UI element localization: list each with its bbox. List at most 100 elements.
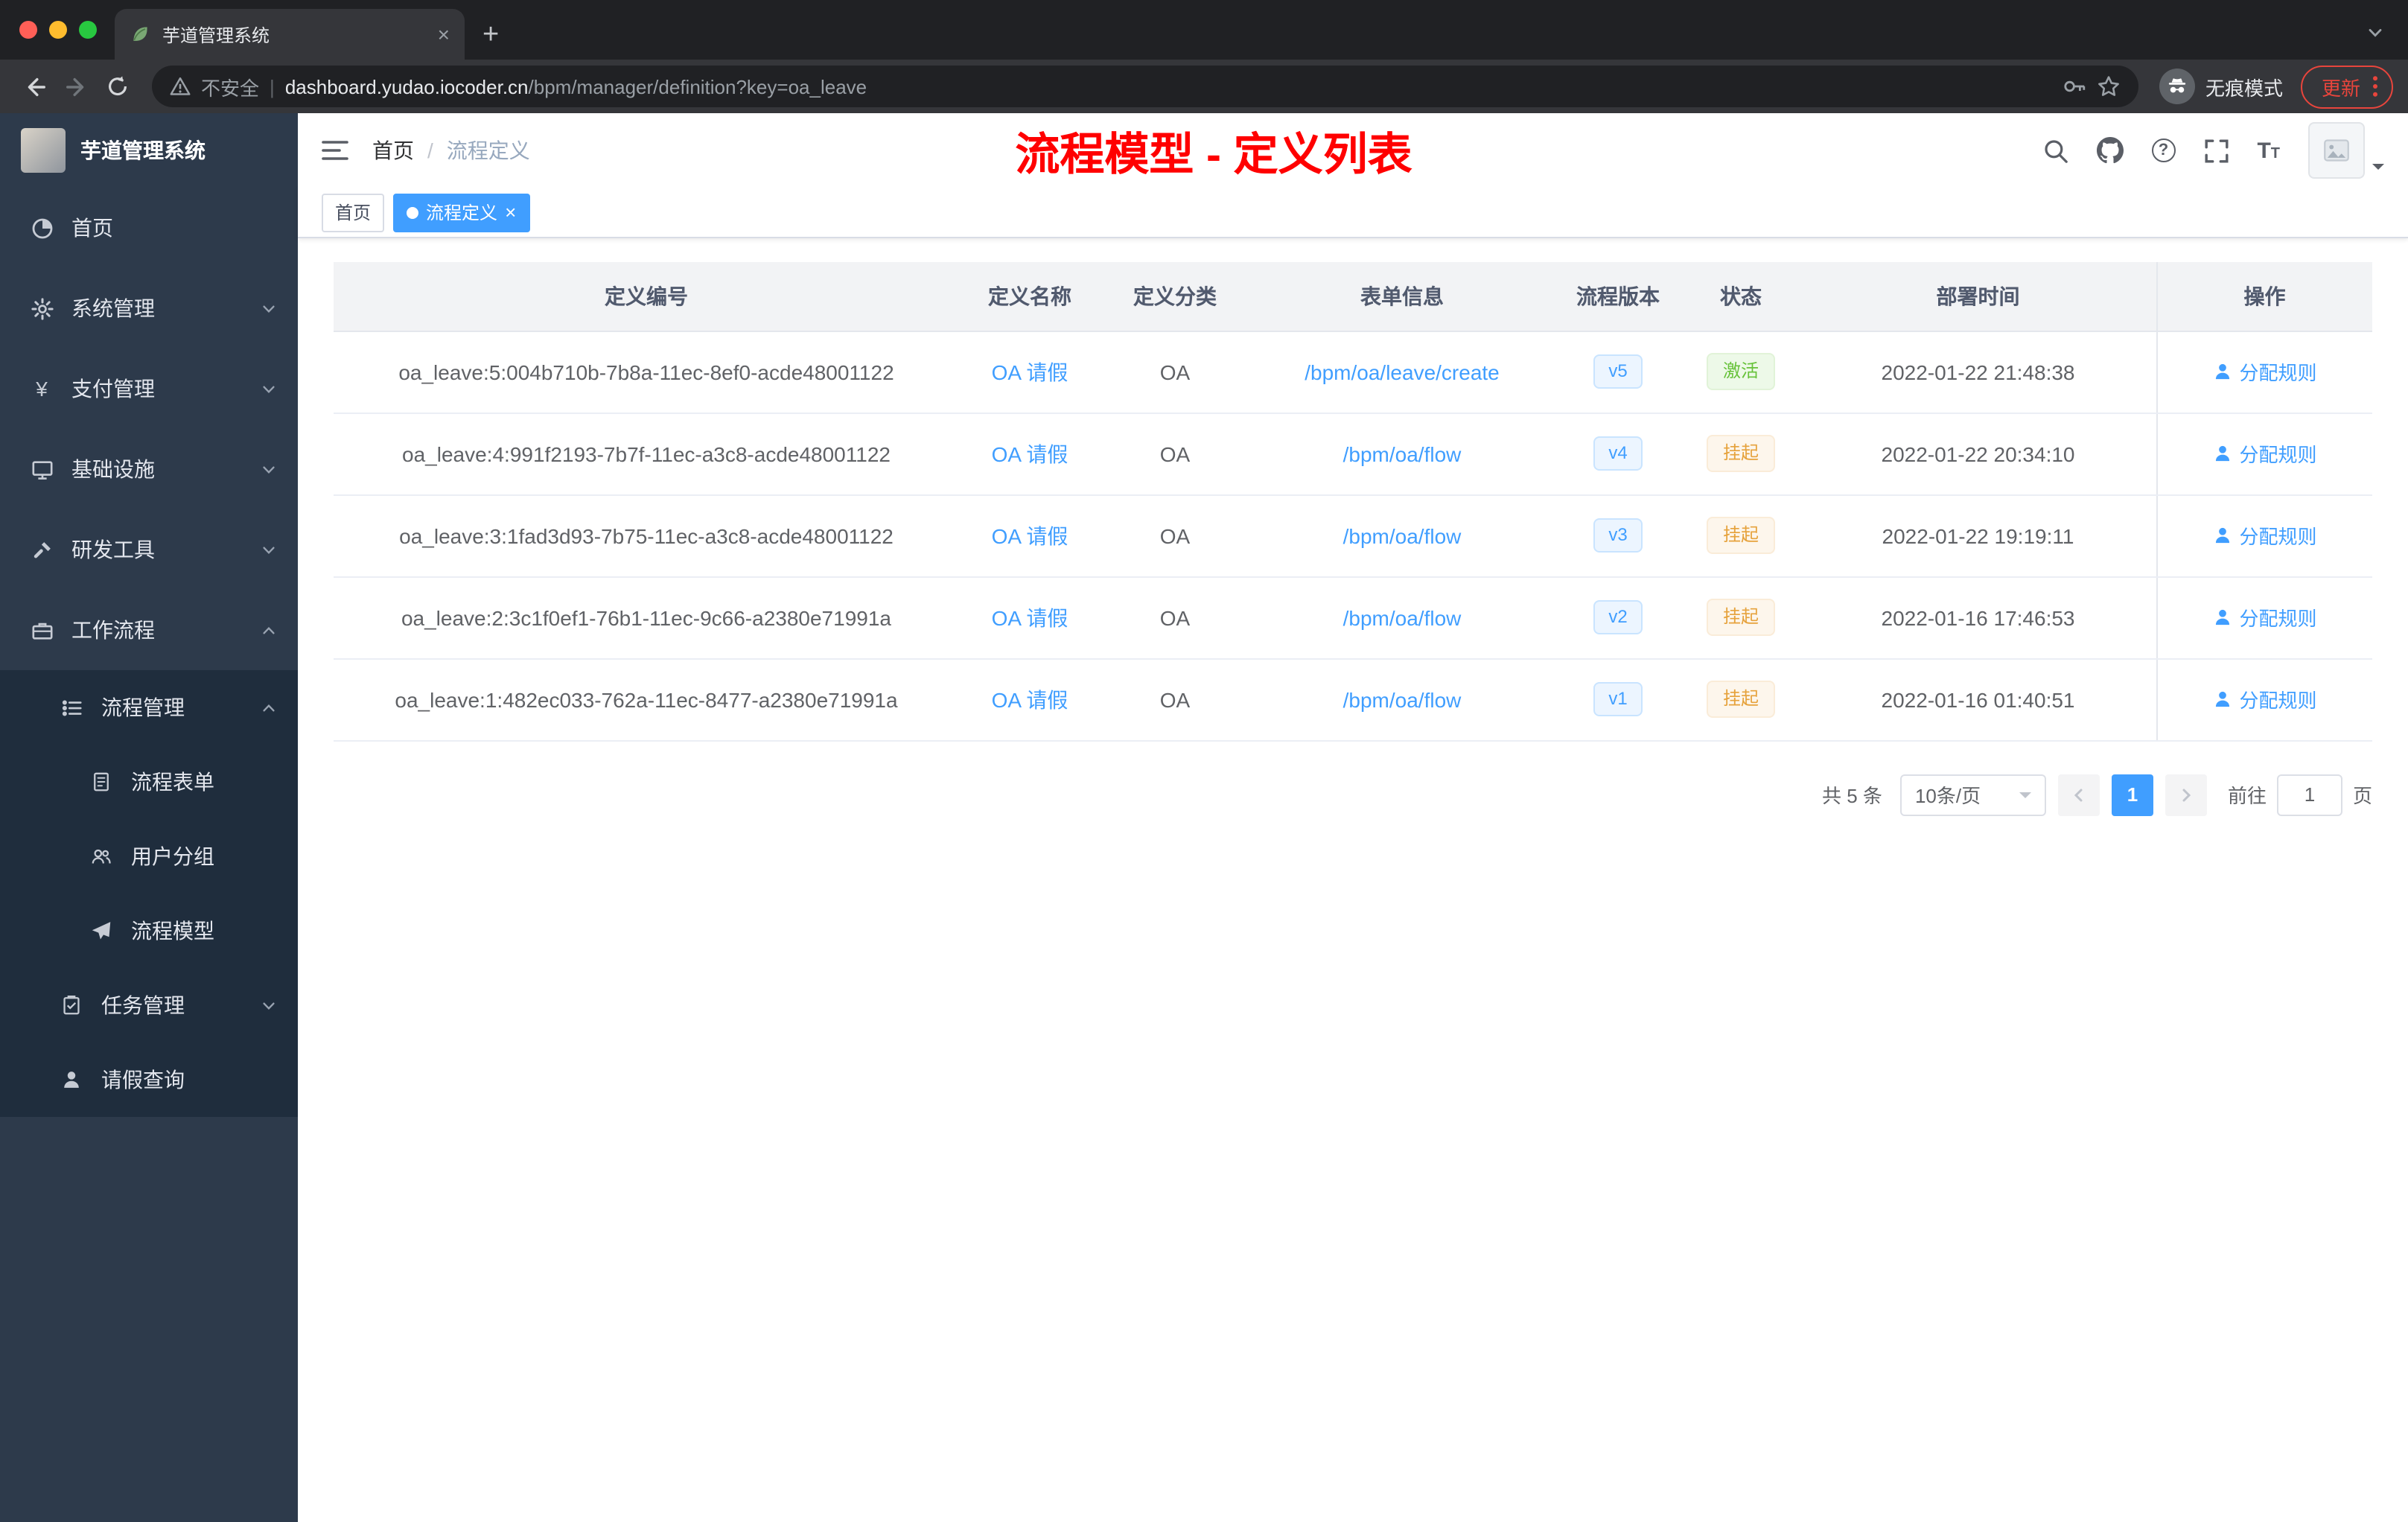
sidebar-toggle-icon[interactable] bbox=[322, 138, 348, 162]
assign-rule-link[interactable]: 分配规则 bbox=[2212, 603, 2317, 631]
cell-form-info[interactable]: /bpm/oa/leave/create bbox=[1249, 331, 1555, 413]
cell-definition-name[interactable]: OA 请假 bbox=[959, 331, 1101, 413]
cell-definition-name[interactable]: OA 请假 bbox=[959, 658, 1101, 741]
column-header-category: 定义分类 bbox=[1101, 262, 1249, 331]
user-menu[interactable] bbox=[2308, 122, 2384, 179]
help-icon[interactable]: ? bbox=[2151, 138, 2176, 162]
cell-action[interactable]: 分配规则 bbox=[2156, 331, 2372, 413]
reload-icon[interactable] bbox=[98, 67, 137, 106]
prev-page-button[interactable] bbox=[2057, 774, 2100, 815]
breadcrumb-home[interactable]: 首页 bbox=[372, 136, 414, 165]
cell-definition-name[interactable]: OA 请假 bbox=[959, 413, 1101, 495]
sidebar-item-payment[interactable]: ¥ 支付管理 bbox=[0, 348, 298, 429]
active-dot bbox=[407, 206, 419, 218]
assign-rule-link[interactable]: 分配规则 bbox=[2212, 439, 2317, 468]
sidebar-item-infrastructure[interactable]: 基础设施 bbox=[0, 429, 298, 509]
logo-avatar bbox=[21, 128, 66, 173]
sidebar-item-label: 流程管理 bbox=[101, 695, 185, 719]
fullscreen-icon[interactable] bbox=[2203, 138, 2229, 163]
github-icon[interactable] bbox=[2096, 137, 2124, 164]
sidebar-item-process-management[interactable]: 流程管理 bbox=[0, 670, 298, 745]
tag-close-icon[interactable]: × bbox=[505, 203, 516, 222]
cell-action[interactable]: 分配规则 bbox=[2156, 658, 2372, 741]
cell-version: v5 bbox=[1555, 331, 1681, 413]
definition-name-link[interactable]: OA 请假 bbox=[992, 687, 1068, 711]
form-info-link[interactable]: /bpm/oa/flow bbox=[1343, 687, 1462, 711]
sidebar-item-task-management[interactable]: 任务管理 bbox=[0, 968, 298, 1042]
window-controls bbox=[0, 0, 115, 60]
cell-deploy-time: 2022-01-22 20:34:10 bbox=[1800, 413, 2156, 495]
cell-action[interactable]: 分配规则 bbox=[2156, 413, 2372, 495]
update-button[interactable]: 更新 bbox=[2300, 65, 2393, 108]
table-row: oa_leave:3:1fad3d93-7b75-11ec-a3c8-acde4… bbox=[334, 494, 2372, 577]
person-icon bbox=[60, 1068, 83, 1092]
key-icon[interactable] bbox=[2063, 74, 2086, 98]
form-info-link[interactable]: /bpm/oa/flow bbox=[1343, 523, 1462, 547]
cell-form-info[interactable]: /bpm/oa/flow bbox=[1249, 494, 1555, 577]
cell-definition-id: oa_leave:5:004b710b-7b8a-11ec-8ef0-acde4… bbox=[334, 331, 959, 413]
cell-status: 挂起 bbox=[1681, 413, 1800, 495]
font-size-icon[interactable]: TT bbox=[2257, 139, 2280, 162]
cell-action[interactable]: 分配规则 bbox=[2156, 494, 2372, 577]
page-size-select[interactable]: 10条/页 bbox=[1899, 774, 2046, 815]
cell-definition-id: oa_leave:4:991f2193-7b7f-11ec-a3c8-acde4… bbox=[334, 413, 959, 495]
back-icon[interactable] bbox=[15, 67, 54, 106]
cell-category: OA bbox=[1101, 658, 1249, 741]
tab-search-chevron-down-icon[interactable] bbox=[2366, 24, 2384, 42]
more-vertical-icon[interactable] bbox=[2372, 74, 2378, 98]
cell-form-info[interactable]: /bpm/oa/flow bbox=[1249, 658, 1555, 741]
cell-definition-name[interactable]: OA 请假 bbox=[959, 494, 1101, 577]
sidebar-item-devtools[interactable]: 研发工具 bbox=[0, 509, 298, 590]
breadcrumb-separator: / bbox=[427, 138, 433, 162]
sidebar-item-user-group[interactable]: 用户分组 bbox=[0, 819, 298, 894]
assign-rule-link[interactable]: 分配规则 bbox=[2212, 685, 2317, 713]
definition-name-link[interactable]: OA 请假 bbox=[992, 442, 1068, 465]
address-bar[interactable]: 不安全 | dashboard.yudao.iocoder.cn/bpm/man… bbox=[152, 66, 2138, 107]
person-icon bbox=[2215, 609, 2229, 625]
tag-home[interactable]: 首页 bbox=[322, 193, 385, 232]
cell-status: 挂起 bbox=[1681, 658, 1800, 741]
sidebar-item-label: 系统管理 bbox=[71, 296, 155, 320]
bookmark-star-icon[interactable] bbox=[2097, 74, 2121, 98]
sidebar-item-process-form[interactable]: 流程表单 bbox=[0, 745, 298, 819]
tab-close-icon[interactable]: × bbox=[438, 24, 450, 45]
cell-form-info[interactable]: /bpm/oa/flow bbox=[1249, 413, 1555, 495]
yen-icon: ¥ bbox=[36, 377, 48, 401]
jump-page-input[interactable] bbox=[2276, 774, 2342, 815]
form-info-link[interactable]: /bpm/oa/leave/create bbox=[1305, 360, 1500, 383]
pagination: 共 5 条 10条/页 1 前往 页 bbox=[334, 774, 2372, 815]
cell-form-info[interactable]: /bpm/oa/flow bbox=[1249, 576, 1555, 659]
cell-definition-id: oa_leave:1:482ec033-762a-11ec-8477-a2380… bbox=[334, 658, 959, 741]
tag-process-definition[interactable]: 流程定义 × bbox=[393, 193, 530, 232]
definition-name-link[interactable]: OA 请假 bbox=[992, 523, 1068, 547]
next-page-button[interactable] bbox=[2165, 774, 2207, 815]
search-icon[interactable] bbox=[2042, 138, 2068, 163]
forward-icon[interactable] bbox=[57, 67, 95, 106]
form-info-link[interactable]: /bpm/oa/flow bbox=[1343, 442, 1462, 465]
cell-action[interactable]: 分配规则 bbox=[2156, 576, 2372, 659]
new-tab-button[interactable]: + bbox=[482, 21, 499, 49]
sidebar-item-home[interactable]: 首页 bbox=[0, 188, 298, 268]
sidebar-item-system[interactable]: 系统管理 bbox=[0, 268, 298, 348]
close-window-button[interactable] bbox=[19, 21, 37, 39]
avatar[interactable] bbox=[2308, 122, 2365, 179]
sidebar-item-leave-query[interactable]: 请假查询 bbox=[0, 1042, 298, 1117]
main-content: 定义编号 定义名称 定义分类 表单信息 流程版本 状态 部署时间 操作 oa_l… bbox=[298, 238, 2408, 1522]
app-title: 芋道管理系统 bbox=[80, 138, 206, 162]
definition-name-link[interactable]: OA 请假 bbox=[992, 605, 1068, 629]
sidebar-item-process-model[interactable]: 流程模型 bbox=[0, 894, 298, 968]
chevron-down-icon bbox=[261, 300, 277, 316]
assign-rule-link[interactable]: 分配规则 bbox=[2212, 521, 2317, 550]
status-badge: 挂起 bbox=[1706, 680, 1775, 719]
cell-definition-name[interactable]: OA 请假 bbox=[959, 576, 1101, 659]
app-logo[interactable]: 芋道管理系统 bbox=[0, 113, 298, 188]
browser-tab[interactable]: 芋道管理系统 × bbox=[115, 9, 465, 60]
minimize-window-button[interactable] bbox=[49, 21, 67, 39]
chevron-up-icon bbox=[261, 699, 277, 716]
maximize-window-button[interactable] bbox=[79, 21, 97, 39]
assign-rule-link[interactable]: 分配规则 bbox=[2212, 357, 2317, 386]
definition-name-link[interactable]: OA 请假 bbox=[992, 360, 1068, 383]
page-number-1[interactable]: 1 bbox=[2111, 774, 2153, 815]
sidebar-item-workflow[interactable]: 工作流程 bbox=[0, 590, 298, 670]
form-info-link[interactable]: /bpm/oa/flow bbox=[1343, 605, 1462, 629]
